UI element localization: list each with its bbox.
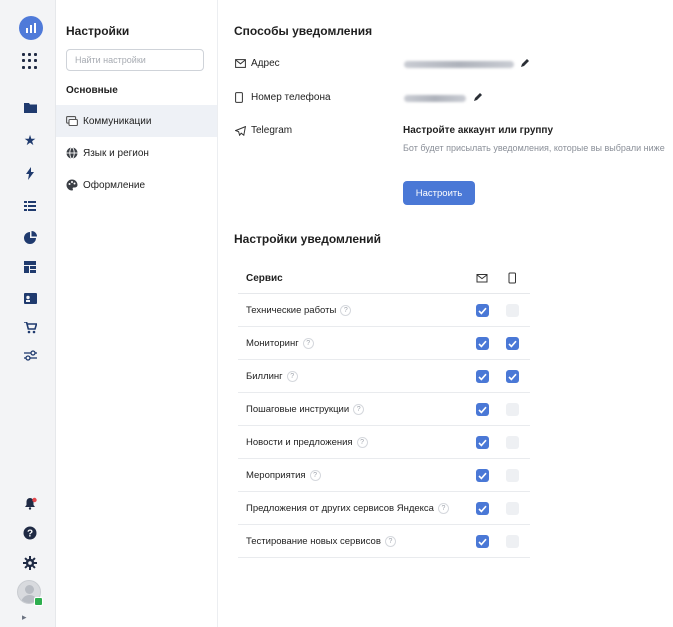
- email-checkbox[interactable]: [476, 370, 489, 383]
- email-checkbox[interactable]: [476, 304, 489, 317]
- menu-item-appearance[interactable]: Оформление: [56, 169, 217, 201]
- help-hint-icon[interactable]: ?: [309, 470, 321, 481]
- menu-item-language-region[interactable]: Язык и регион: [56, 137, 217, 169]
- email-column-icon: [476, 274, 488, 283]
- settings-menu: Настройки Основные Коммуникации Язык и р…: [56, 0, 218, 627]
- phone-checkbox[interactable]: [506, 436, 519, 449]
- dashboard-icon[interactable]: [22, 259, 38, 275]
- list-icon[interactable]: [22, 198, 38, 214]
- globe-icon: [66, 147, 78, 159]
- menu-item-label: Коммуникации: [83, 115, 152, 127]
- notify-settings-title: Настройки уведомлений: [234, 232, 382, 246]
- help-hint-icon[interactable]: ?: [353, 404, 365, 415]
- gear-icon[interactable]: [22, 555, 38, 571]
- table-row: Мониторинг?: [238, 327, 530, 360]
- help-hint-icon[interactable]: ?: [437, 503, 449, 514]
- help-hint-icon[interactable]: ?: [384, 536, 396, 547]
- settings-search-input[interactable]: [66, 49, 204, 71]
- help-hint-icon[interactable]: ?: [286, 371, 298, 382]
- email-checkbox[interactable]: [476, 469, 489, 482]
- service-label: Биллинг?: [246, 371, 298, 382]
- notification-bell-icon[interactable]: [22, 495, 38, 511]
- table-header: Сервис: [238, 262, 530, 294]
- telegram-icon: [235, 125, 247, 136]
- telegram-field-label: Telegram: [235, 125, 292, 136]
- icon-rail: ★ ? ▸: [0, 0, 56, 627]
- service-label: Технические работы?: [246, 305, 352, 316]
- phone-field-label: Номер телефона: [235, 92, 331, 103]
- folder-icon[interactable]: [22, 99, 38, 115]
- help-hint-icon[interactable]: ?: [340, 305, 352, 316]
- palette-icon: [66, 179, 78, 191]
- table-row: Мероприятия?: [238, 459, 530, 492]
- email-checkbox[interactable]: [476, 337, 489, 350]
- menu-item-label: Язык и регион: [83, 147, 149, 159]
- section-heading-main: Основные: [66, 85, 118, 96]
- settings-title: Настройки: [66, 24, 130, 38]
- service-label: Пошаговые инструкции?: [246, 404, 365, 415]
- menu-item-communications[interactable]: Коммуникации: [56, 105, 217, 137]
- phone-checkbox[interactable]: [506, 535, 519, 548]
- email-checkbox[interactable]: [476, 403, 489, 416]
- star-icon[interactable]: ★: [22, 132, 38, 148]
- menu-item-label: Оформление: [83, 179, 146, 191]
- email-checkbox[interactable]: [476, 535, 489, 548]
- email-field-label: Адрес: [235, 58, 280, 69]
- notify-methods-title: Способы уведомления: [234, 24, 373, 38]
- email-checkbox[interactable]: [476, 502, 489, 515]
- svg-text:?: ?: [27, 529, 33, 540]
- service-column-header: Сервис: [246, 273, 283, 284]
- mail-icon: [235, 59, 247, 68]
- cart-icon[interactable]: [22, 320, 38, 336]
- edit-phone-pencil-icon[interactable]: [473, 92, 483, 102]
- phone-checkbox[interactable]: [506, 337, 519, 350]
- help-hint-icon[interactable]: ?: [356, 437, 368, 448]
- logo-icon[interactable]: [19, 16, 43, 40]
- service-label: Новости и предложения?: [246, 437, 368, 448]
- phone-icon: [235, 92, 247, 103]
- table-row: Пошаговые инструкции?: [238, 393, 530, 426]
- table-row: Предложения от других сервисов Яндекса?: [238, 492, 530, 525]
- service-label: Предложения от других сервисов Яндекса?: [246, 503, 449, 514]
- phone-checkbox[interactable]: [506, 370, 519, 383]
- email-value-redacted: [404, 61, 514, 68]
- phone-column-icon: [508, 272, 516, 284]
- pie-chart-icon[interactable]: [22, 229, 38, 245]
- configure-telegram-button[interactable]: Настроить: [403, 181, 475, 205]
- chat-icon: [66, 115, 78, 127]
- phone-checkbox[interactable]: [506, 502, 519, 515]
- service-label: Тестирование новых сервисов?: [246, 536, 396, 547]
- lightning-icon[interactable]: [22, 165, 38, 181]
- sliders-icon[interactable]: [22, 347, 38, 363]
- table-row: Новости и предложения?: [238, 426, 530, 459]
- table-row: Технические работы?: [238, 294, 530, 327]
- table-row: Биллинг?: [238, 360, 530, 393]
- telegram-setup-title: Настройте аккаунт или группу: [403, 125, 554, 136]
- service-label: Мониторинг?: [246, 338, 314, 349]
- phone-checkbox[interactable]: [506, 469, 519, 482]
- expand-rail-icon[interactable]: ▸: [22, 612, 27, 623]
- email-checkbox[interactable]: [476, 436, 489, 449]
- apps-grid-icon[interactable]: [22, 53, 38, 69]
- online-status-badge: [34, 597, 43, 606]
- help-hint-icon[interactable]: ?: [302, 338, 314, 349]
- id-card-icon[interactable]: [22, 290, 38, 306]
- notification-settings-table: Сервис Технические работы? Мониторинг? Бил…: [238, 262, 530, 558]
- phone-checkbox[interactable]: [506, 403, 519, 416]
- table-row: Тестирование новых сервисов?: [238, 525, 530, 558]
- main-content: Способы уведомления Адрес Номер телефона…: [218, 0, 673, 627]
- service-label: Мероприятия?: [246, 470, 321, 481]
- telegram-setup-description: Бот будет присылать уведомления, которые…: [403, 143, 665, 153]
- phone-checkbox[interactable]: [506, 304, 519, 317]
- help-icon[interactable]: ?: [22, 525, 38, 541]
- phone-value-redacted: [404, 95, 466, 102]
- edit-email-pencil-icon[interactable]: [520, 58, 530, 68]
